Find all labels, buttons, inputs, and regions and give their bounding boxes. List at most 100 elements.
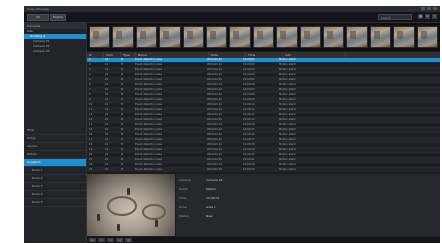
thumbnail[interactable] — [252, 26, 275, 48]
table-cell: 10:00:22 — [243, 163, 255, 166]
maximize-icon[interactable] — [427, 7, 431, 10]
thumbnail[interactable] — [323, 26, 345, 48]
table-cell: Motion alarm — [279, 63, 297, 66]
window-controls — [421, 7, 437, 10]
playback-button[interactable]: || — [125, 238, 132, 242]
minimize-icon[interactable] — [421, 7, 425, 10]
thumbnail[interactable] — [112, 26, 134, 48]
thumbnail[interactable] — [393, 26, 415, 48]
thumbnail[interactable] — [135, 26, 158, 48]
close-window-icon[interactable] — [433, 7, 437, 10]
grid-icon[interactable]: ▦ — [418, 14, 423, 19]
table-cell: Event detection area — [135, 73, 163, 76]
table-cell: 01 — [105, 163, 109, 166]
table-cell: 6 — [89, 83, 91, 86]
playback-button[interactable]: > — [107, 238, 114, 242]
thumbnail[interactable] — [299, 26, 322, 48]
filter-item[interactable]: Zone 4 — [24, 191, 86, 199]
table-cell: M — [121, 138, 124, 141]
table-cell: 10:00:06 — [243, 83, 255, 86]
playback-controls: |< < > >| || — [87, 237, 440, 243]
filter-item[interactable]: Analytics — [24, 159, 86, 167]
thumbnail[interactable] — [416, 26, 439, 48]
table-cell: 2024-01-01 — [207, 73, 223, 76]
scope-dropdown[interactable]: All — [27, 14, 49, 21]
table-cell: M — [121, 88, 124, 91]
filter-item[interactable]: Zone 3 — [24, 183, 86, 191]
table-body: 1 01 M Event detection area 2024-01-01 10:00:… — [87, 58, 440, 172]
table-cell: Motion alarm — [279, 123, 297, 126]
table-cell: 23 — [89, 168, 93, 171]
table-cell: Motion alarm — [279, 93, 297, 96]
table-cell: M — [121, 118, 124, 121]
playback-button[interactable]: < — [98, 238, 105, 242]
table-cell: Event detection area — [135, 123, 163, 126]
thumbnail[interactable] — [89, 26, 111, 48]
filter-item[interactable]: Filter — [24, 127, 86, 135]
filter-item[interactable]: Zone 1 — [24, 167, 86, 175]
playback-button[interactable]: >| — [116, 238, 123, 242]
table-cell: Motion alarm — [279, 168, 297, 171]
table-cell: 2024-01-01 — [207, 108, 223, 111]
video-preview[interactable] — [87, 174, 175, 236]
table-cell: M — [121, 58, 124, 61]
table-cell: 01 — [105, 153, 109, 156]
table-cell: 15 — [89, 128, 93, 131]
table-cell: 10:00:08 — [243, 93, 255, 96]
table-cell: 13 — [89, 118, 93, 121]
table-cell: M — [121, 98, 124, 101]
table-cell: 2024-01-01 — [207, 88, 223, 91]
thumbnail[interactable] — [369, 26, 392, 48]
table-cell: 2024-01-01 — [207, 168, 223, 171]
thumbnail[interactable] — [159, 26, 181, 48]
floor-ring — [107, 196, 137, 216]
tree-item[interactable]: Camera 03 — [24, 49, 86, 54]
table-cell: Motion alarm — [279, 73, 297, 76]
table-cell: 10 — [89, 103, 93, 106]
thumbnail[interactable] — [229, 26, 251, 48]
thumbnail[interactable] — [206, 26, 228, 48]
view-button[interactable]: Events — [50, 14, 66, 21]
table-cell: 01 — [105, 133, 109, 136]
table-cell: M — [121, 153, 124, 156]
event-details-panel: Camera Camera 01 Event Motion Time 10:00:01 Zo… — [176, 174, 440, 236]
table-cell: 12 — [89, 113, 93, 116]
filter-item[interactable]: Zone 2 — [24, 175, 86, 183]
table-cell: M — [121, 68, 124, 71]
thumbnail[interactable] — [182, 26, 205, 48]
filter-item[interactable]: Zone 5 — [24, 199, 86, 207]
table-cell: Event detection area — [135, 143, 163, 146]
table-cell: 2024-01-01 — [207, 113, 223, 116]
filter-item[interactable]: Alarms — [24, 143, 86, 151]
table-cell: 10:00:19 — [243, 148, 255, 151]
table-cell: Event detection area — [135, 133, 163, 136]
thumbnail-strip — [87, 23, 440, 51]
table-cell: 22 — [89, 163, 93, 166]
table-cell: 10:00:10 — [243, 103, 255, 106]
table-cell: 14 — [89, 123, 93, 126]
table-cell: Motion alarm — [279, 68, 297, 71]
settings-icon[interactable]: ⚙ — [425, 14, 430, 19]
table-cell: 2024-01-01 — [207, 58, 223, 61]
table-cell: 9 — [89, 98, 91, 101]
table-cell: 21 — [89, 158, 93, 161]
table-cell: Event detection area — [135, 103, 163, 106]
search-input[interactable]: Search — [378, 14, 412, 20]
table-cell: Motion alarm — [279, 158, 297, 161]
table-cell: Motion alarm — [279, 138, 297, 141]
table-row[interactable]: 23 01 M Event detection area 2024-01-01 10:00… — [87, 168, 440, 172]
table-cell: Event detection area — [135, 158, 163, 161]
table-cell: M — [121, 148, 124, 151]
table-cell: 8 — [89, 93, 91, 96]
table-cell: M — [121, 123, 124, 126]
table-cell: Event detection area — [135, 58, 163, 61]
filter-item[interactable]: Motion — [24, 151, 86, 159]
thumbnail[interactable] — [276, 26, 298, 48]
playback-button[interactable]: |< — [89, 238, 96, 242]
close-icon[interactable]: ✕ — [432, 14, 437, 19]
filter-item[interactable]: Today — [24, 135, 86, 143]
table-cell: 10:00:02 — [243, 63, 255, 66]
table-cell: 11 — [89, 108, 93, 111]
thumbnail[interactable] — [346, 26, 368, 48]
table-cell: 01 — [105, 98, 109, 101]
